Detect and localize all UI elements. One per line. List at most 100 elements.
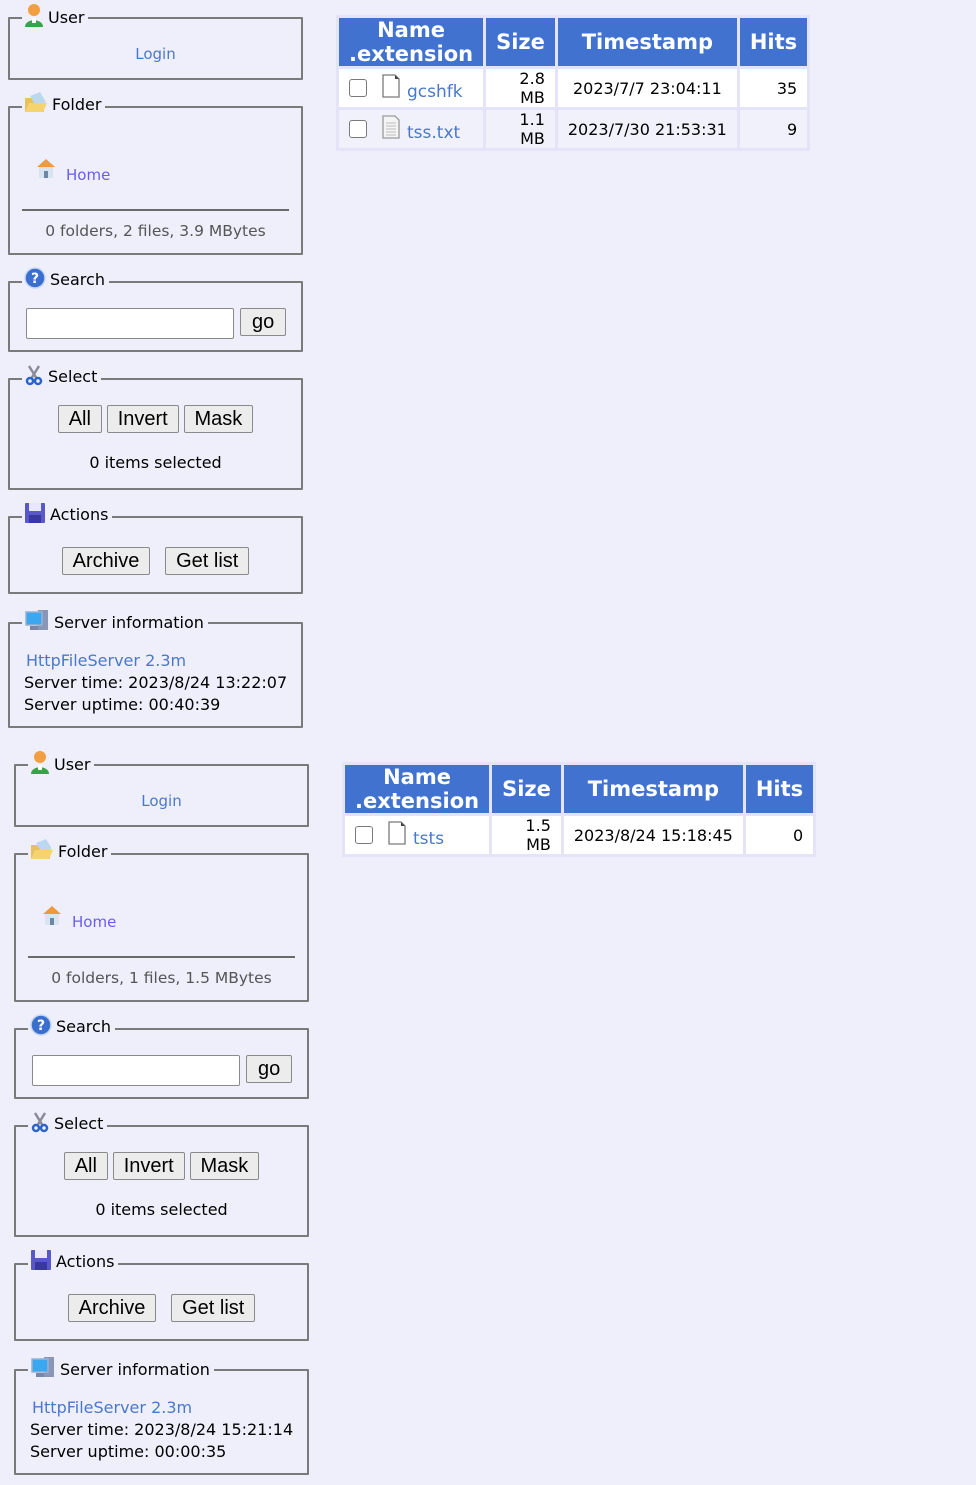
user-panel: User Login [8,3,303,80]
user-panel-legend: User [22,3,89,27]
file-link[interactable]: gcshfk [407,82,463,102]
help-icon: ? [30,1014,52,1036]
file-name-cell: tsts [345,816,490,854]
help-icon: ? [24,267,46,289]
server-info-panel: Server information HttpFileServer 2.3m S… [14,1355,309,1475]
search-panel-legend: ? Search [22,267,109,289]
floppy-disk-icon [24,502,46,524]
computer-icon [30,1355,56,1379]
selection-status: 0 items selected [89,453,222,472]
column-header-size[interactable]: Size [492,765,561,813]
select-panel: Select All Invert Mask 0 items selected [8,364,303,490]
get-list-button[interactable]: Get list [165,547,250,575]
search-go-button[interactable]: go [246,1055,293,1083]
select-panel-legend: Select [22,364,102,386]
select-panel-title: Select [54,1114,104,1133]
svg-text:?: ? [31,271,39,287]
login-link[interactable]: Login [135,45,175,63]
home-link[interactable]: Home [66,166,110,184]
file-select-checkbox[interactable] [355,826,373,844]
open-folder-icon [30,839,54,861]
select-invert-button[interactable]: Invert [106,405,179,433]
user-icon [30,750,50,774]
user-panel: User Login [14,750,309,827]
select-mask-button[interactable]: Mask [189,1152,260,1180]
home-icon [40,903,64,931]
get-list-button[interactable]: Get list [171,1294,256,1322]
server-time: Server time: 2023/8/24 15:21:14 [30,1420,294,1439]
column-header-hits[interactable]: Hits [745,765,814,813]
search-panel-title: Search [56,1017,111,1036]
file-link[interactable]: tss.txt [407,123,460,143]
server-info-legend: Server information [22,608,208,632]
folder-panel-legend: Folder [28,839,112,861]
folder-panel: Folder Home 0 folders, 1 files, 1.5 MByt… [14,839,309,1002]
home-icon [34,156,58,184]
column-header-timestamp[interactable]: Timestamp [563,765,743,813]
file-name-cell: gcshfk [339,69,484,107]
file-size: 2.8 MB [486,69,555,107]
svg-text:?: ? [37,1018,45,1034]
select-all-button[interactable]: All [63,1152,108,1180]
select-mask-button[interactable]: Mask [183,405,254,433]
column-header-name[interactable]: Name .extension [345,765,490,813]
search-panel: ? Search go [8,267,303,352]
actions-panel-legend: Actions [28,1249,119,1271]
scissors-icon [30,1111,50,1133]
folder-panel-title: Folder [58,842,108,861]
column-header-hits[interactable]: Hits [739,18,808,66]
table-header-row: Name .extension Size Timestamp Hits [345,765,814,813]
file-name-cell: tss.txt [339,110,484,148]
file-select-checkbox[interactable] [349,120,367,138]
file-hits: 0 [745,816,814,854]
file-hits: 35 [739,69,808,107]
file-timestamp: 2023/8/24 15:18:45 [563,816,743,854]
actions-panel: Actions Archive Get list [8,502,303,594]
server-uptime: Server uptime: 00:00:35 [30,1442,227,1461]
search-panel-legend: ? Search [28,1014,115,1036]
home-link[interactable]: Home [72,913,116,931]
file-size: 1.5 MB [492,816,561,854]
file-select-checkbox[interactable] [349,79,367,97]
blank-file-icon [381,74,401,102]
column-header-name[interactable]: Name .extension [339,18,484,66]
text-file-icon [381,115,401,143]
select-panel-legend: Select [28,1111,108,1133]
search-panel-title: Search [50,270,105,289]
table-row: gcshfk 2.8 MB 2023/7/7 23:04:11 35 [339,69,808,107]
hfs-version-link[interactable]: HttpFileServer 2.3m [32,1398,192,1417]
file-timestamp: 2023/7/30 21:53:31 [557,110,737,148]
actions-panel-legend: Actions [22,502,113,524]
search-input[interactable] [32,1055,240,1086]
column-header-timestamp[interactable]: Timestamp [557,18,737,66]
file-link[interactable]: tsts [413,829,444,849]
file-timestamp: 2023/7/7 23:04:11 [557,69,737,107]
folder-panel-legend: Folder [22,92,106,114]
login-link[interactable]: Login [141,792,181,810]
search-input[interactable] [26,308,234,339]
table-header-row: Name .extension Size Timestamp Hits [339,18,808,66]
search-go-button[interactable]: go [240,308,287,336]
column-header-size[interactable]: Size [486,18,555,66]
select-panel-title: Select [48,367,98,386]
blank-file-icon [387,821,407,849]
computer-icon [24,608,50,632]
select-all-button[interactable]: All [57,405,102,433]
folder-panel: Folder Home 0 folders, 2 files, 3.9 MByt… [8,92,303,255]
folder-divider [22,209,289,211]
file-hits: 9 [739,110,808,148]
file-list-table: Name .extension Size Timestamp Hits tsts… [342,762,817,857]
select-panel: Select All Invert Mask 0 items selected [14,1111,309,1237]
select-invert-button[interactable]: Invert [112,1152,185,1180]
scissors-icon [24,364,44,386]
archive-button[interactable]: Archive [67,1294,157,1322]
search-panel: ? Search go [14,1014,309,1099]
hfs-version-link[interactable]: HttpFileServer 2.3m [26,651,186,670]
file-list-table: Name .extension Size Timestamp Hits gcsh… [336,15,811,151]
table-row: tss.txt 1.1 MB 2023/7/30 21:53:31 9 [339,110,808,148]
user-icon [24,3,44,27]
actions-panel: Actions Archive Get list [14,1249,309,1341]
archive-button[interactable]: Archive [61,547,151,575]
server-info-legend: Server information [28,1355,214,1379]
folder-divider [28,956,295,958]
